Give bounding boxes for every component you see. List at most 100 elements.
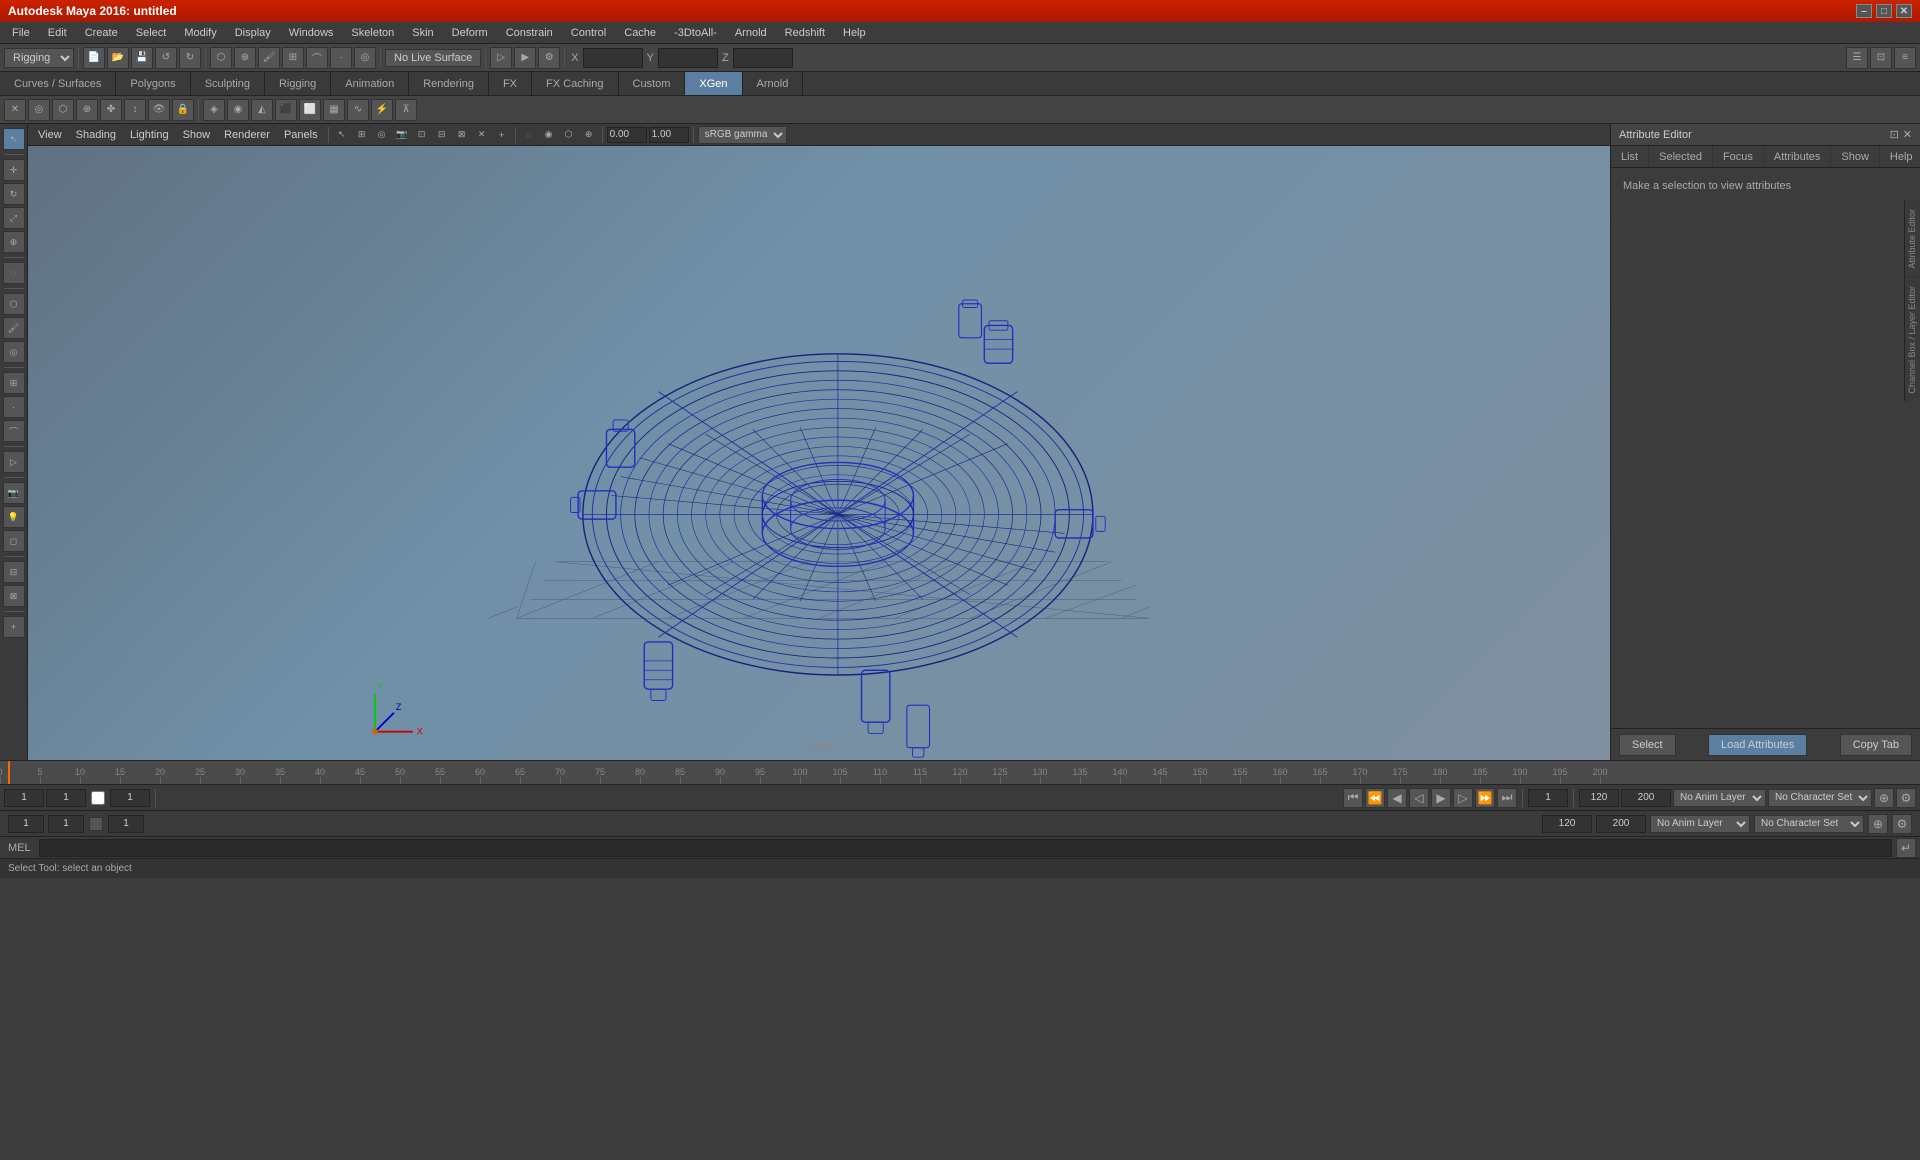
layout-button[interactable]: ⊡ — [1870, 47, 1892, 69]
attr-tab-show[interactable]: Show — [1831, 146, 1880, 167]
range-start-field[interactable] — [1621, 789, 1671, 807]
tab-xgen[interactable]: XGen — [685, 72, 742, 95]
menu-help[interactable]: Help — [835, 25, 874, 41]
menu-file[interactable]: File — [4, 25, 38, 41]
xgen-btn-8[interactable]: 🔒 — [172, 99, 194, 121]
vp-btn-9[interactable]: + — [493, 126, 511, 144]
range-field-1[interactable] — [8, 815, 44, 833]
snap-point-button[interactable]: · — [330, 47, 352, 69]
settings-transport-button[interactable]: ⚙ — [1896, 788, 1916, 808]
attr-load-button[interactable]: Load Attributes — [1708, 734, 1807, 756]
frame-all-button[interactable]: ⊠ — [3, 585, 25, 607]
soft-select-button[interactable]: ◌ — [3, 262, 25, 284]
next-frame-button[interactable]: ▷ — [1453, 788, 1473, 808]
vp-btn-6[interactable]: ⊟ — [433, 126, 451, 144]
tab-rigging[interactable]: Rigging — [265, 72, 331, 95]
tab-rendering[interactable]: Rendering — [409, 72, 489, 95]
hide-button[interactable]: ◻ — [3, 530, 25, 552]
xgen-btn-16[interactable]: ⚡ — [371, 99, 393, 121]
jump-end-button[interactable]: ⏭ — [1497, 788, 1517, 808]
snap-grid-button[interactable]: ⊞ — [282, 47, 304, 69]
select-button[interactable]: ⬡ — [210, 47, 232, 69]
move-tool-button[interactable]: ✛ — [3, 159, 25, 181]
play-back-button[interactable]: ◁ — [1409, 788, 1429, 808]
vp-btn-13[interactable]: ⊕ — [580, 126, 598, 144]
anim-layer-bottom-dropdown[interactable]: No Anim Layer — [1650, 815, 1750, 833]
expand-button[interactable]: + — [3, 616, 25, 638]
show-manip-button[interactable]: ◎ — [3, 341, 25, 363]
char-set-config-button[interactable]: ⚙ — [1892, 814, 1912, 834]
snap-point-left-button[interactable]: · — [3, 396, 25, 418]
menu-cache[interactable]: Cache — [616, 25, 664, 41]
vp-btn-3[interactable]: ◎ — [373, 126, 391, 144]
new-scene-button[interactable]: 📄 — [83, 47, 105, 69]
vp-btn-12[interactable]: ⬡ — [560, 126, 578, 144]
tab-curves-surfaces[interactable]: Curves / Surfaces — [0, 72, 116, 95]
close-button[interactable]: ✕ — [1896, 4, 1912, 18]
xgen-btn-10[interactable]: ◉ — [227, 99, 249, 121]
attr-editor-close-button[interactable]: ✕ — [1903, 128, 1912, 141]
vp-val1-field[interactable] — [607, 127, 647, 143]
vp-btn-5[interactable]: ⊡ — [413, 126, 431, 144]
jump-start-button[interactable]: ⏮ — [1343, 788, 1363, 808]
light-button[interactable]: 💡 — [3, 506, 25, 528]
attr-select-button[interactable]: Select — [1619, 734, 1676, 756]
range-field-2[interactable] — [48, 815, 84, 833]
settings-button[interactable]: ☰ — [1846, 47, 1868, 69]
vp-menu-renderer[interactable]: Renderer — [218, 127, 276, 143]
render-settings-button[interactable]: ⚙ — [538, 47, 560, 69]
xgen-btn-13[interactable]: ⬜ — [299, 99, 321, 121]
menu-control[interactable]: Control — [563, 25, 614, 41]
step-fwd-button[interactable]: ⏩ — [1475, 788, 1495, 808]
vp-btn-10[interactable]: ◌ — [520, 126, 538, 144]
editor-button[interactable]: ≡ — [1894, 47, 1916, 69]
vp-btn-11[interactable]: ◉ — [540, 126, 558, 144]
paint-select-button[interactable]: 🖌 — [258, 47, 280, 69]
xgen-btn-17[interactable]: ⊼ — [395, 99, 417, 121]
attr-tab-focus[interactable]: Focus — [1713, 146, 1764, 167]
snap-curve-left-button[interactable]: ⌒ — [3, 420, 25, 442]
frame-range-field[interactable] — [1528, 789, 1568, 807]
xgen-btn-2[interactable]: ◎ — [28, 99, 50, 121]
open-scene-button[interactable]: 📂 — [107, 47, 129, 69]
menu-skeleton[interactable]: Skeleton — [343, 25, 402, 41]
vp-menu-view[interactable]: View — [32, 127, 68, 143]
side-tab-channel-box[interactable]: Channel Box / Layer Editor — [1905, 277, 1919, 402]
select-tool-button[interactable]: ↖ — [3, 128, 25, 150]
char-set-dropdown[interactable]: No Character Set — [1768, 789, 1872, 807]
char-set-bottom-dropdown[interactable]: No Character Set — [1754, 815, 1864, 833]
xgen-btn-12[interactable]: ⬛ — [275, 99, 297, 121]
no-live-surface-button[interactable]: No Live Surface — [385, 49, 481, 67]
menu-create[interactable]: Create — [77, 25, 126, 41]
vp-menu-lighting[interactable]: Lighting — [124, 127, 175, 143]
frame-range-checkbox[interactable] — [91, 791, 105, 805]
menu-skin[interactable]: Skin — [404, 25, 441, 41]
tab-fx-caching[interactable]: FX Caching — [532, 72, 618, 95]
camera-button[interactable]: 📷 — [3, 482, 25, 504]
play-forward-button[interactable]: ▶ — [1431, 788, 1451, 808]
vp-btn-7[interactable]: ⊠ — [453, 126, 471, 144]
frame-value-field[interactable] — [110, 789, 150, 807]
tab-custom[interactable]: Custom — [619, 72, 686, 95]
render-button[interactable]: ▷ — [490, 47, 512, 69]
step-back-button[interactable]: ⏪ — [1365, 788, 1385, 808]
frame-start-field[interactable] — [4, 789, 44, 807]
lasso-button[interactable]: ⊕ — [234, 47, 256, 69]
menu-select[interactable]: Select — [128, 25, 175, 41]
menu-modify[interactable]: Modify — [176, 25, 224, 41]
timeline-ruler[interactable]: 0510152025303540455055606570758085909510… — [0, 761, 1920, 785]
vp-btn-8[interactable]: ✕ — [473, 126, 491, 144]
vp-btn-1[interactable]: ↖ — [333, 126, 351, 144]
range-end-bottom[interactable] — [1596, 815, 1646, 833]
redo-button[interactable]: ↻ — [179, 47, 201, 69]
attr-tab-selected[interactable]: Selected — [1649, 146, 1713, 167]
menu-redshift[interactable]: Redshift — [777, 25, 833, 41]
vp-btn-4[interactable]: 📷 — [393, 126, 411, 144]
snap-surface-button[interactable]: ◎ — [354, 47, 376, 69]
menu-edit[interactable]: Edit — [40, 25, 75, 41]
tab-sculpting[interactable]: Sculpting — [191, 72, 265, 95]
grid-button[interactable]: ⊟ — [3, 561, 25, 583]
mel-input[interactable] — [39, 839, 1892, 857]
paint-ops-button[interactable]: 🖌 — [3, 317, 25, 339]
anim-layer-dropdown[interactable]: No Anim Layer — [1673, 789, 1766, 807]
